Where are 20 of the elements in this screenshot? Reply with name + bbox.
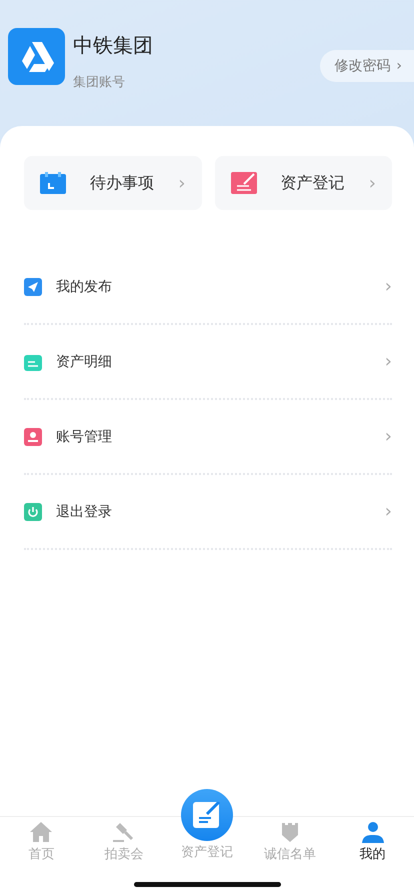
- menu-item[interactable]: 我的发布 ›: [24, 250, 392, 325]
- send-icon: [24, 278, 42, 296]
- menu-item[interactable]: 资产明细 ›: [24, 325, 392, 400]
- app-logo: [8, 28, 65, 85]
- account-type: 集团账号: [73, 74, 126, 91]
- menu-item[interactable]: 退出登录 ›: [24, 475, 392, 550]
- menu-item[interactable]: 账号管理 ›: [24, 400, 392, 475]
- edit-icon: [192, 802, 221, 828]
- user-icon: [24, 428, 42, 446]
- notepad-icon: [24, 352, 42, 370]
- change-password-button[interactable]: 修改密码 ›: [320, 50, 414, 82]
- quick-action-button[interactable]: 资产登记 ›: [214, 156, 392, 210]
- home-icon: [29, 821, 54, 843]
- quick-action-button[interactable]: 待办事项 ›: [24, 156, 202, 210]
- power-icon: [24, 502, 42, 520]
- company-name: 中铁集团: [73, 32, 154, 59]
- tab-item[interactable]: 我的: [331, 821, 414, 896]
- edit-icon: [230, 172, 256, 194]
- person-icon: [360, 821, 385, 843]
- calendar-icon: [40, 172, 66, 194]
